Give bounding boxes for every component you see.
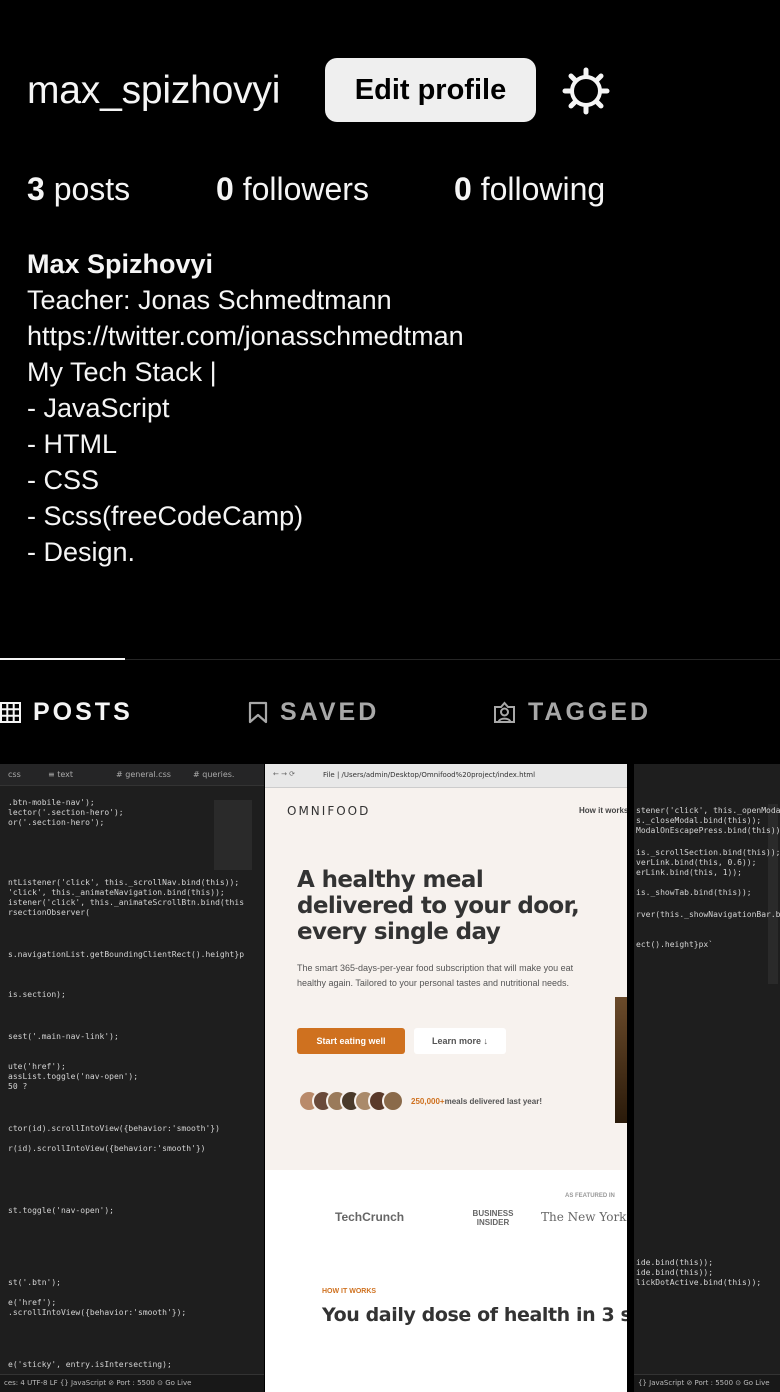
editor-tabs: css ≡ text # general.css # queries. [0,764,264,786]
tab-tagged[interactable]: TAGGED [493,690,651,734]
code-line: istener('click', this._animateScrollBtn.… [8,898,245,907]
profile-bio: Max Spizhovyi Teacher: Jonas Schmedtmann… [27,246,767,570]
status-text: ces: 4 UTF-8 LF {} JavaScript ⊘ Port : 5… [4,1379,192,1387]
code-line: ctor(id).scrollIntoView({behavior:'smoot… [8,1124,220,1133]
code-line: ide.bind(this)); [636,1268,714,1277]
tab-posts[interactable]: POSTS [0,690,133,734]
tab-saved[interactable]: SAVED [248,690,379,734]
browser-address-bar: ← → ⟳ File | /Users/admin/Desktop/Omnifo… [265,764,627,788]
editor-tab: # general.css [116,770,171,779]
bio-line: - HTML [27,429,117,459]
bio-link[interactable]: https://twitter.com/jonasschmedtman [27,318,767,354]
bio-line: Teacher: Jonas Schmedtmann [27,285,392,315]
press-logo: TechCrunch [335,1210,405,1224]
how-it-works-title: You daily dose of health in 3 si [322,1304,627,1326]
start-eating-button: Start eating well [297,1028,405,1054]
editor-tab: css [8,770,21,779]
followers-count[interactable]: 0 followers [216,166,369,212]
following-count[interactable]: 0 following [454,166,605,212]
posts-grid: css ≡ text # general.css # queries. .btn… [0,764,780,1392]
editor-tab: # queries. [193,770,235,779]
code-line: ute('href'); [8,1062,66,1071]
code-line: is.section); [8,990,66,999]
code-line: rsectionObserver( [8,908,90,917]
code-line: erLink.bind(this, 1)); [636,868,742,877]
code-line: .scrollIntoView({behavior:'smooth'}); [8,1308,187,1317]
code-line: rver(this._showNavigationBar.bin [636,910,780,919]
code-line: .btn-mobile-nav'); [8,798,95,807]
editor-statusbar: ces: 4 UTF-8 LF {} JavaScript ⊘ Port : 5… [0,1374,264,1392]
bio-line: - Scss(freeCodeCamp) [27,501,304,531]
post-thumbnail[interactable]: css ≡ text # general.css # queries. .btn… [0,764,264,1392]
gear-icon[interactable] [561,66,611,116]
active-tab-indicator [0,658,125,660]
tab-label: SAVED [280,697,380,726]
editor-minimap [214,800,252,870]
code-line: st.toggle('nav-open'); [8,1206,114,1215]
edit-profile-button[interactable]: Edit profile [325,58,536,122]
browser-url: File | /Users/admin/Desktop/Omnifood%20p… [323,771,536,779]
code-line: stener('click', this._openModal. [636,806,780,815]
tagged-icon [494,700,515,723]
profile-username: max_spizhovyi [27,69,281,112]
code-line: assList.toggle('nav-open'); [8,1072,139,1081]
tab-label: TAGGED [528,697,652,726]
profile-header: max_spizhovyi Edit profile [0,0,780,140]
hero-description: The smart 365-days-per-year food subscri… [297,963,574,988]
delivered-stat: 250,000+meals delivered last year! [411,1097,542,1106]
code-line: e('href'); [8,1298,57,1307]
code-line: ect().height}px` [636,940,714,949]
code-line: is._scrollSection.bind(this)); [636,848,780,857]
bio-line: - JavaScript [27,393,170,423]
grid-icon [0,701,21,723]
bio-line: - CSS [27,465,100,495]
featured-label: AS FEATURED IN [565,1193,615,1199]
code-line: st('.btn'); [8,1278,61,1287]
code-line: ide.bind(this)); [636,1258,714,1267]
code-line: lickDotActive.bind(this)); [636,1278,762,1287]
browser-nav-icons: ← → ⟳ [273,770,296,778]
code-line: s.navigationList.getBoundingClientRect()… [8,950,245,959]
editor-statusbar: {} JavaScript ⊘ Port : 5500 ⊙ Go Live [634,1374,780,1392]
learn-more-button: Learn more ↓ [414,1028,506,1054]
how-it-works-label: HOW IT WORKS [322,1288,377,1295]
site-nav-link: How it works [579,806,627,815]
code-line: e('sticky', entry.isIntersecting); [8,1360,172,1369]
tab-label: POSTS [33,697,133,726]
bio-line: My Tech Stack | [27,357,217,387]
code-line: lector('.section-hero'); [8,808,124,817]
hero-photo [615,997,627,1123]
featured-section [265,1170,627,1392]
code-line: s._closeModal.bind(this)); [636,816,762,825]
code-line: ModalOnEscapePress.bind(this)); [636,826,780,835]
code-line: sest('.main-nav-link'); [8,1032,119,1041]
posts-count: 3 posts [27,171,131,207]
press-logo: The New York T [541,1210,627,1224]
post-thumbnail[interactable]: ← → ⟳ File | /Users/admin/Desktop/Omnifo… [265,764,627,1392]
code-line: is._showTab.bind(this)); [636,888,752,897]
status-text: {} JavaScript ⊘ Port : 5500 ⊙ Go Live [638,1379,770,1387]
code-line: r(id).scrollIntoView({behavior:'smooth'}… [8,1144,206,1153]
hero-title: A healthy meal delivered to your door, e… [297,867,580,945]
editor-tab: ≡ text [48,770,74,779]
omnifood-logo: OMNIFOOD [287,804,371,818]
code-line: 'click', this._animateNavigation.bind(th… [8,888,225,897]
code-line: 50 ? [8,1082,28,1091]
code-line: ntListener('click', this._scrollNav.bind… [8,878,240,887]
bio-name: Max Spizhovyi [27,249,214,279]
post-thumbnail[interactable]: stener('click', this._openModal. s._close… [634,764,780,1392]
bio-line: - Design. [27,537,136,567]
press-logo: BUSINESS INSIDER [472,1209,514,1227]
code-line: verLink.bind(this, 0.6)); [636,858,757,867]
bookmark-icon [248,701,268,723]
code-line: or('.section-hero'); [8,818,105,827]
